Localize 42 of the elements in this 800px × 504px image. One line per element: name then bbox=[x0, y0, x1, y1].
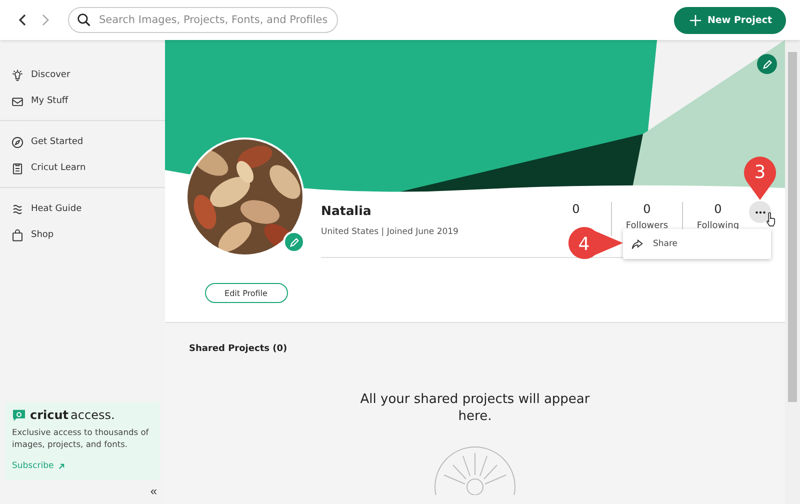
menu-item[interactable]: Share bbox=[623, 238, 678, 250]
sidebar-item[interactable]: Shop bbox=[5, 222, 160, 248]
share-icon bbox=[631, 238, 643, 250]
brand-suffix: access. bbox=[70, 408, 115, 422]
profile-meta: United States | Joined June 2019 bbox=[321, 227, 460, 237]
new-project-button[interactable]: New Project bbox=[674, 6, 786, 34]
profile-name: Natalia bbox=[321, 203, 372, 218]
lightbulb-icon bbox=[11, 68, 24, 82]
empty-message: All your shared projects will appear here. bbox=[359, 391, 591, 425]
sidebar-item[interactable]: Get Started bbox=[5, 129, 160, 155]
sidebar-item[interactable]: Discover bbox=[5, 62, 160, 88]
collapse-button[interactable]: « bbox=[150, 484, 157, 498]
hand-cursor-icon bbox=[765, 212, 776, 227]
stat-label: Following bbox=[696, 221, 740, 231]
sidebar-item[interactable]: My Stuff bbox=[5, 88, 160, 114]
sidebar-item[interactable]: Cricut Learn bbox=[5, 155, 160, 181]
search-field[interactable]: Search Images, Projects, Fonts, and Profiles bbox=[68, 7, 338, 33]
section-heading: Shared Projects (0) bbox=[189, 344, 288, 354]
stat-value: 0 bbox=[643, 202, 651, 216]
pencil-icon bbox=[288, 236, 300, 248]
bag-icon bbox=[11, 228, 24, 242]
more-icon bbox=[754, 210, 766, 214]
brand-logo-icon bbox=[12, 409, 26, 421]
back-icon[interactable] bbox=[18, 13, 28, 27]
arrow-icon bbox=[58, 462, 65, 470]
sidebar-item[interactable]: Heat Guide bbox=[5, 196, 160, 222]
promo-text: Exclusive access to thousands of images, projects, and fonts. bbox=[12, 426, 150, 450]
more-button[interactable] bbox=[749, 201, 771, 223]
plus-icon bbox=[690, 14, 702, 26]
scrollbar[interactable] bbox=[785, 40, 800, 504]
step-marker: 4 bbox=[566, 225, 624, 261]
search-icon bbox=[77, 13, 91, 27]
compass-icon bbox=[11, 136, 24, 148]
edit-profile-button[interactable]: Edit Profile bbox=[204, 283, 288, 303]
waves-icon bbox=[11, 202, 24, 216]
pencil-icon bbox=[762, 58, 772, 70]
empty-state-icon bbox=[433, 445, 517, 495]
stat-label: Followers bbox=[626, 221, 668, 231]
stat-value: 0 bbox=[714, 202, 722, 216]
brand-name: cricut bbox=[30, 408, 69, 422]
stat-value: 0 bbox=[572, 202, 580, 216]
clipboard-icon bbox=[11, 162, 24, 174]
